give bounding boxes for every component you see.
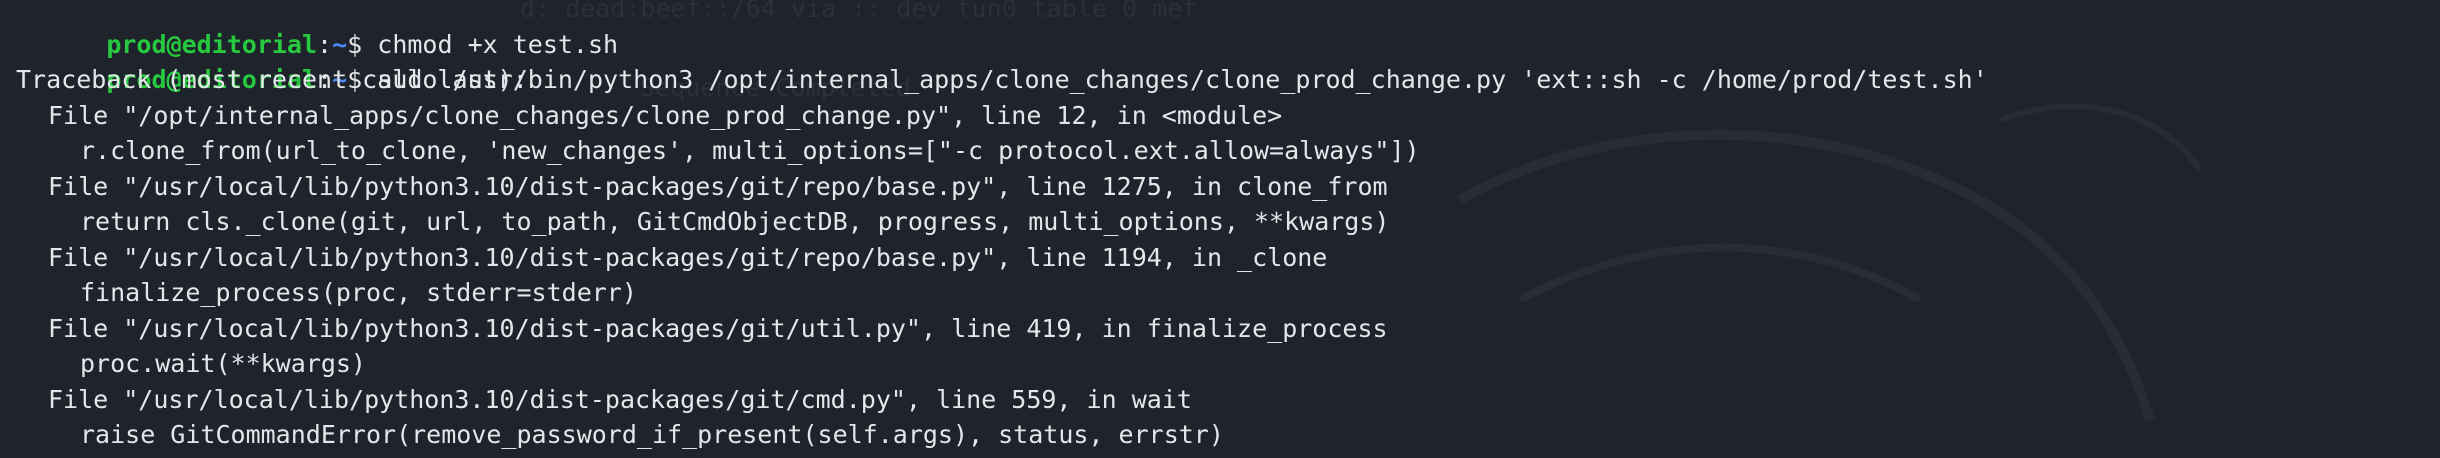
output-line: return cls._clone(git, url, to_path, Git… — [80, 207, 1390, 236]
terminal-output[interactable]: prod@editorial:~$ chmod +x test.sh prod@… — [16, 0, 1988, 453]
output-line: r.clone_from(url_to_clone, 'new_changes'… — [80, 136, 1420, 165]
output-line: File "/usr/local/lib/python3.10/dist-pac… — [48, 313, 1388, 343]
terminal-window[interactable]: d: dead:beef::/64 via :: dev tun0 table … — [0, 0, 2440, 458]
prompt-symbol: $ — [347, 29, 363, 59]
prompt-cwd: ~ — [332, 29, 348, 59]
output-line: finalize_process(proc, stderr=stderr) — [80, 278, 637, 307]
output-line: raise GitCommandError(remove_password_if… — [80, 420, 1224, 449]
prompt-colon: : — [317, 29, 333, 59]
output-line: proc.wait(**kwargs) — [80, 349, 366, 378]
output-line: File "/opt/internal_apps/clone_changes/c… — [48, 100, 1283, 130]
output-line: File "/usr/local/lib/python3.10/dist-pac… — [48, 242, 1328, 272]
output-line: File "/usr/local/lib/python3.10/dist-pac… — [48, 171, 1388, 201]
command-text: chmod +x test.sh — [362, 29, 619, 59]
prompt-line: prod@editorial:~$ chmod +x test.sh — [16, 0, 1988, 59]
prompt-user-host: prod@editorial — [106, 29, 318, 59]
output-line: File "/usr/local/lib/python3.10/dist-pac… — [48, 384, 1192, 414]
command-text: sudo /usr/bin/python3 /opt/internal_apps… — [362, 65, 1988, 94]
